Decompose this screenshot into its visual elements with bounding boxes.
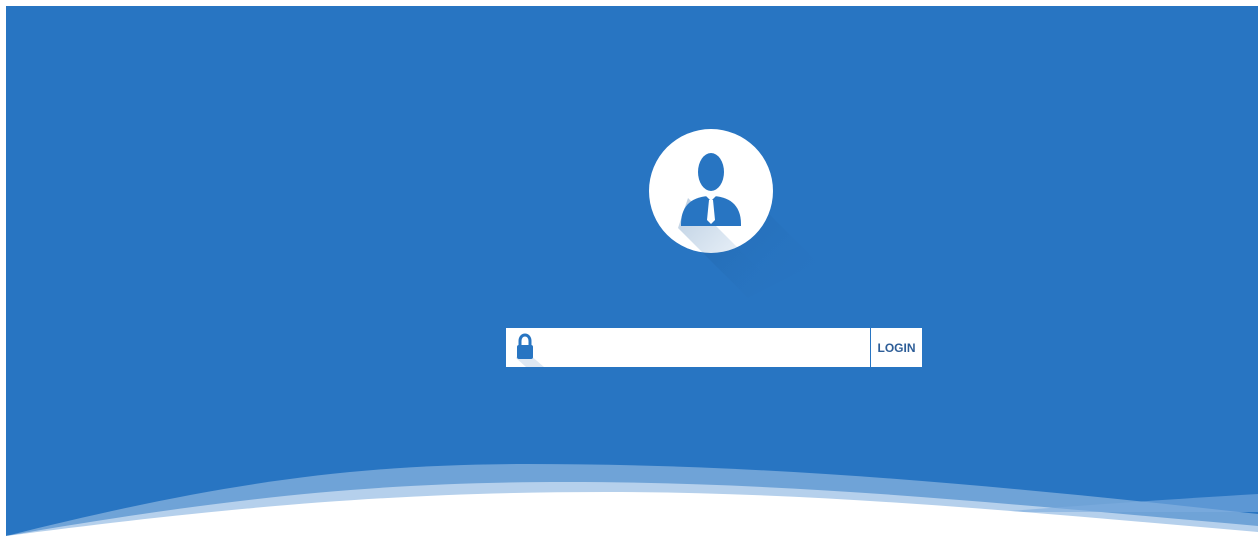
user-avatar-icon [649, 129, 818, 298]
wave-decoration [6, 464, 1258, 536]
login-background: LOGIN [6, 6, 1258, 536]
password-input[interactable] [548, 328, 870, 367]
login-form: LOGIN [506, 328, 922, 367]
login-button[interactable]: LOGIN [870, 328, 922, 367]
lock-icon-box [506, 328, 548, 367]
lock-icon [516, 333, 544, 367]
user-avatar [648, 128, 818, 298]
